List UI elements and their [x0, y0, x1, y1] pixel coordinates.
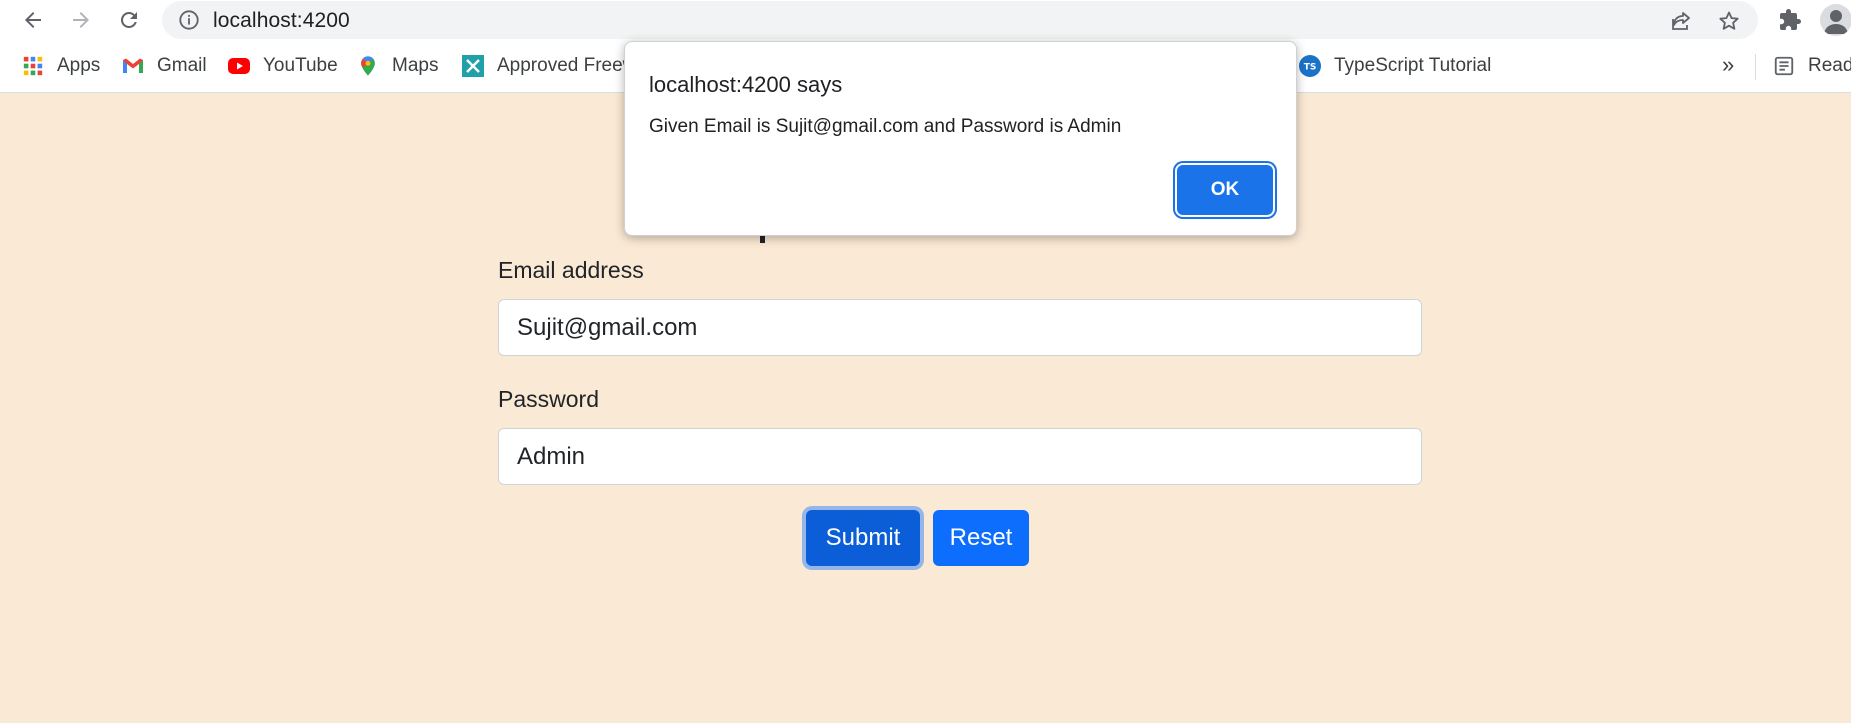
reload-button[interactable]	[113, 4, 145, 36]
site-info-icon[interactable]	[178, 9, 200, 31]
bookmark-label: YouTube	[263, 55, 338, 76]
bookmark-youtube[interactable]: YouTube	[227, 52, 338, 80]
email-field[interactable]	[498, 299, 1422, 356]
alert-dialog: localhost:4200 says Given Email is Sujit…	[624, 41, 1297, 236]
bookmark-star-icon[interactable]	[1715, 7, 1743, 35]
browser-toolbar: localhost:4200	[0, 0, 1851, 40]
password-field[interactable]	[498, 428, 1422, 485]
apps-grid-icon	[21, 54, 45, 78]
bookmark-apps[interactable]: Apps	[21, 52, 100, 80]
dialog-title: localhost:4200 says	[649, 72, 843, 97]
address-bar[interactable]: localhost:4200	[162, 1, 1758, 39]
reload-icon	[120, 11, 137, 28]
bookmark-label: Apps	[57, 55, 101, 76]
bookmarks-overflow-button[interactable]: »	[1722, 52, 1734, 78]
profile-icon	[1824, 10, 1848, 34]
svg-text:TS: TS	[1304, 63, 1317, 73]
email-input[interactable]	[499, 300, 1421, 355]
url-text[interactable]: localhost:4200	[213, 9, 350, 33]
dialog-ok-button[interactable]: OK	[1177, 165, 1273, 215]
email-label: Email address	[498, 257, 644, 283]
bookmark-site-icon	[461, 54, 485, 78]
password-label: Password	[498, 386, 599, 412]
bookmark-label: Gmail	[157, 55, 207, 76]
forward-button[interactable]	[65, 4, 97, 36]
reading-list-icon	[1772, 54, 1796, 78]
bookmark-typescript-tutorial[interactable]: TS TypeScript Tutorial	[1298, 52, 1491, 80]
bookmarks-divider	[1755, 54, 1756, 80]
maps-icon	[356, 54, 380, 78]
bookmark-maps[interactable]: Maps	[356, 52, 438, 80]
share-icon[interactable]	[1667, 7, 1695, 35]
password-input[interactable]	[499, 429, 1421, 484]
extensions-icon[interactable]	[1775, 5, 1805, 35]
youtube-icon	[227, 54, 251, 78]
gmail-icon	[121, 54, 145, 78]
typescript-icon: TS	[1298, 54, 1322, 78]
bookmark-approved-freeware[interactable]: Approved Freew	[461, 52, 636, 80]
bookmark-label: Readi	[1808, 55, 1851, 76]
bookmark-reading-list[interactable]: Readi	[1772, 52, 1851, 80]
bookmark-label: TypeScript Tutorial	[1334, 55, 1492, 76]
submit-button[interactable]: Submit	[806, 510, 920, 566]
profile-avatar[interactable]	[1820, 4, 1851, 36]
reset-button[interactable]: Reset	[933, 510, 1029, 566]
back-button[interactable]	[17, 4, 49, 36]
bookmark-label: Maps	[392, 55, 439, 76]
back-arrow-icon	[25, 12, 41, 28]
bookmark-label: Approved Freew	[497, 55, 637, 76]
dialog-message: Given Email is Sujit@gmail.com and Passw…	[649, 116, 1122, 137]
forward-arrow-icon	[73, 12, 89, 28]
bookmark-gmail[interactable]: Gmail	[121, 52, 207, 80]
